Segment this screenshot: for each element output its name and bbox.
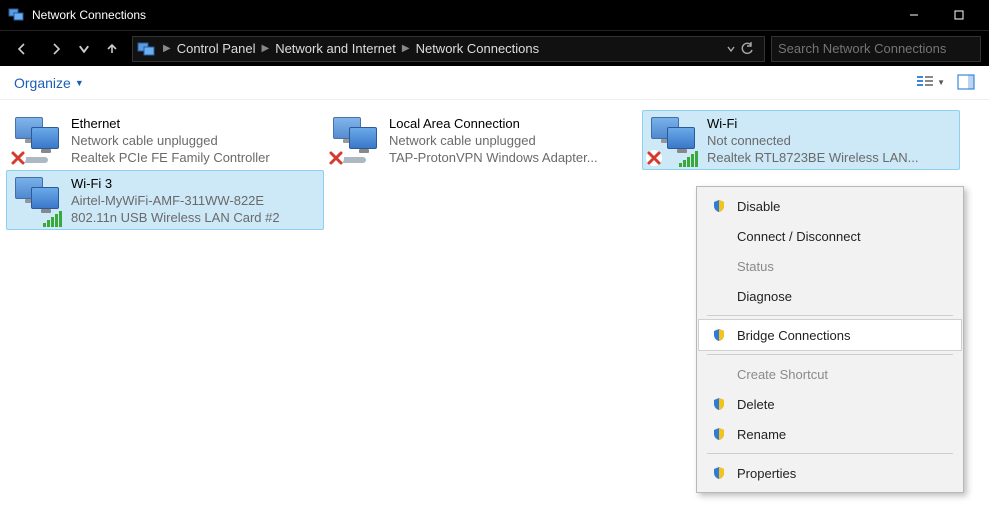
adapter-name: Local Area Connection xyxy=(389,115,598,132)
adapter-device: 802.11n USB Wireless LAN Card #2 xyxy=(71,209,280,225)
network-path-icon xyxy=(137,40,155,58)
forward-button[interactable] xyxy=(42,35,70,63)
view-options-button[interactable]: ▼ xyxy=(916,74,945,92)
maximize-button[interactable] xyxy=(936,0,981,30)
recent-dropdown[interactable] xyxy=(76,35,92,63)
context-menu: Disable Connect / Disconnect Status Diagnos… xyxy=(696,186,964,493)
menu-item[interactable]: Delete xyxy=(699,389,961,419)
chevron-down-icon: ▼ xyxy=(75,78,84,88)
menu-item: Create Shortcut xyxy=(699,359,961,389)
titlebar: Network Connections xyxy=(0,0,989,30)
shield-icon xyxy=(709,466,729,480)
details-pane-button[interactable] xyxy=(957,74,975,92)
details-pane-icon xyxy=(957,74,975,92)
signal-icon xyxy=(679,151,701,167)
adapter-item[interactable]: EthernetNetwork cable unpluggedRealtek P… xyxy=(6,110,324,170)
adapter-icon xyxy=(649,115,699,165)
adapter-status: Not connected xyxy=(707,132,918,149)
adapter-name: Ethernet xyxy=(71,115,270,132)
error-icon xyxy=(327,149,345,167)
error-icon xyxy=(9,149,27,167)
chevron-right-icon[interactable]: ▶ xyxy=(400,43,412,54)
breadcrumb[interactable]: ▶ Control Panel ▶ Network and Internet ▶… xyxy=(132,36,765,62)
chevron-down-icon[interactable] xyxy=(726,44,736,54)
menu-item[interactable]: Properties xyxy=(699,458,961,488)
menu-item-label: Status xyxy=(729,259,774,274)
menu-item-label: Connect / Disconnect xyxy=(729,229,861,244)
adapter-icon xyxy=(13,115,63,165)
menu-item-label: Create Shortcut xyxy=(729,367,828,382)
adapter-icon xyxy=(13,175,63,225)
menu-item[interactable]: Diagnose xyxy=(699,281,961,311)
menu-item-label: Bridge Connections xyxy=(729,328,850,343)
menu-item[interactable]: Rename xyxy=(699,419,961,449)
adapter-device: TAP-ProtonVPN Windows Adapter... xyxy=(389,149,598,165)
menu-separator xyxy=(707,453,953,454)
view-icon xyxy=(916,74,934,92)
shield-icon xyxy=(709,397,729,411)
menu-separator xyxy=(707,354,953,355)
network-connections-icon xyxy=(8,7,24,23)
adapter-name: Wi-Fi xyxy=(707,115,918,132)
menu-item: Status xyxy=(699,251,961,281)
menu-item[interactable]: Disable xyxy=(699,191,961,221)
adapter-status: Network cable unplugged xyxy=(389,132,598,149)
nav-row: ▶ Control Panel ▶ Network and Internet ▶… xyxy=(0,30,989,66)
breadcrumb-segment[interactable]: Network Connections xyxy=(412,41,544,56)
menu-item-label: Disable xyxy=(729,199,780,214)
menu-item-label: Diagnose xyxy=(729,289,792,304)
refresh-icon[interactable] xyxy=(740,42,754,56)
shield-icon xyxy=(709,427,729,441)
search-box[interactable] xyxy=(771,36,981,62)
menu-item[interactable]: Connect / Disconnect xyxy=(699,221,961,251)
menu-item-label: Rename xyxy=(729,427,786,442)
adapter-status: Airtel-MyWiFi-AMF-311WW-822E xyxy=(71,192,280,209)
menu-separator xyxy=(707,315,953,316)
toolbar: Organize ▼ ▼ xyxy=(0,66,989,100)
adapter-icon xyxy=(331,115,381,165)
menu-item-label: Delete xyxy=(729,397,775,412)
shield-icon xyxy=(709,199,729,213)
adapter-item[interactable]: Local Area ConnectionNetwork cable unplu… xyxy=(324,110,642,170)
organize-menu[interactable]: Organize ▼ xyxy=(14,75,84,91)
chevron-right-icon[interactable]: ▶ xyxy=(259,43,271,54)
adapter-item[interactable]: Wi-FiNot connectedRealtek RTL8723BE Wire… xyxy=(642,110,960,170)
chevron-down-icon: ▼ xyxy=(937,78,945,87)
search-input[interactable] xyxy=(778,41,974,56)
adapter-name: Wi-Fi 3 xyxy=(71,175,280,192)
window-title: Network Connections xyxy=(32,8,891,22)
breadcrumb-segment[interactable]: Network and Internet xyxy=(271,41,400,56)
chevron-right-icon[interactable]: ▶ xyxy=(161,43,173,54)
signal-icon xyxy=(43,211,65,227)
error-icon xyxy=(645,149,663,167)
back-button[interactable] xyxy=(8,35,36,63)
adapter-device: Realtek PCIe FE Family Controller xyxy=(71,149,270,165)
up-button[interactable] xyxy=(98,35,126,63)
adapter-item[interactable]: Wi-Fi 3Airtel-MyWiFi-AMF-311WW-822E802.1… xyxy=(6,170,324,230)
organize-label: Organize xyxy=(14,75,71,91)
adapter-device: Realtek RTL8723BE Wireless LAN... xyxy=(707,149,918,165)
breadcrumb-segment[interactable]: Control Panel xyxy=(173,41,260,56)
shield-icon xyxy=(709,328,729,342)
menu-item-label: Properties xyxy=(729,466,796,481)
minimize-button[interactable] xyxy=(891,0,936,30)
adapter-status: Network cable unplugged xyxy=(71,132,270,149)
menu-item[interactable]: Bridge Connections xyxy=(699,320,961,350)
